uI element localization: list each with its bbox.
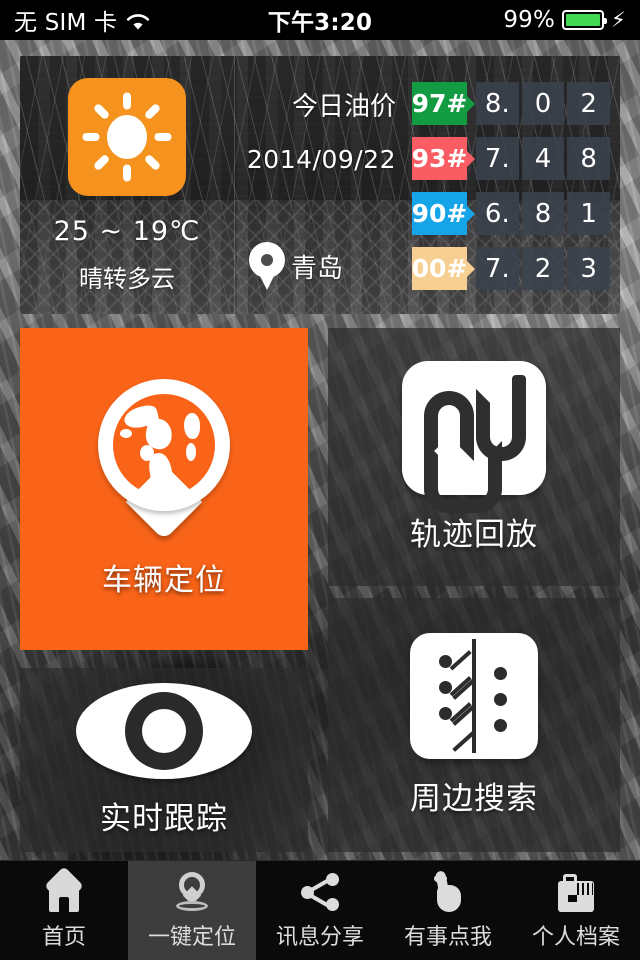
tile-vehicle-location[interactable]: 车辆定位 — [20, 328, 308, 650]
temperature-label: 25 ~ 19℃ — [53, 216, 201, 247]
tile-label-vehicle-location: 车辆定位 — [102, 563, 226, 598]
briefcase-icon — [554, 871, 598, 913]
hand-pointer-icon — [426, 869, 470, 913]
fuel-price-row: 00# 7. 2 3 — [412, 247, 611, 290]
tab-2[interactable]: 一键定位 — [128, 861, 256, 960]
fuel-price-digit: 8 — [567, 137, 611, 180]
lightning-bolt-icon: ⚡ — [611, 7, 626, 32]
fuel-price-digits: 6. 8 1 — [476, 192, 611, 235]
status-bar-left: 无 SIM 卡 — [14, 3, 150, 37]
tile-nearby-search[interactable]: 周边搜索 — [328, 598, 620, 852]
weather-condition-label: 晴转多云 — [79, 265, 175, 293]
house-icon — [42, 865, 86, 913]
tab-label: 一键定位 — [147, 924, 236, 950]
tab-label: 首页 — [41, 924, 86, 950]
tab-4[interactable]: 有事点我 — [384, 861, 512, 960]
bottom-tab-bar: 首页 一键定位 讯息分享 有事点我 个人档案 — [0, 860, 640, 960]
status-bar-right: 99% ⚡ — [503, 7, 626, 33]
battery-icon — [562, 10, 608, 30]
fuel-price-digits: 7. 4 8 — [476, 137, 611, 180]
sun-icon — [68, 78, 186, 196]
fuel-price-digit: 3 — [567, 247, 611, 290]
fuel-price-digit: 8 — [521, 192, 565, 235]
tile-track-playback[interactable]: 轨迹回放 — [328, 328, 620, 586]
fuel-grade-badge: 90# — [412, 192, 467, 235]
city-row[interactable]: 青岛 — [249, 242, 343, 290]
fuel-price-digit: 4 — [521, 137, 565, 180]
fuel-price-title: 今日油价 — [291, 92, 396, 122]
status-bar: 无 SIM 卡 下午3:20 99% ⚡ — [0, 0, 640, 40]
fuel-price-digit: 2 — [521, 247, 565, 290]
tab-1[interactable]: 首页 — [0, 861, 128, 960]
branch-icon — [410, 632, 538, 759]
fuel-grade-badge: 93# — [412, 137, 467, 180]
fuel-price-row: 93# 7. 4 8 — [412, 137, 611, 180]
card-content: 25 ~ 19℃ 晴转多云 今日油价 2014/09/22 青岛 97# 8. 0 2… — [20, 56, 620, 314]
battery-percent-label: 99% — [503, 7, 556, 33]
fuel-price-digit: 1 — [567, 192, 611, 235]
fuel-price-digit: 6. — [476, 192, 519, 235]
share-icon — [298, 871, 342, 913]
tab-label: 有事点我 — [403, 924, 492, 950]
fuel-price-digit: 7. — [476, 137, 519, 180]
fuel-price-row: 97# 8. 0 2 — [412, 82, 611, 125]
fuel-info-block: 今日油价 2014/09/22 青岛 — [235, 56, 410, 314]
fuel-price-digit: 2 — [567, 82, 611, 125]
tile-label-nearby-search: 周边搜索 — [410, 780, 538, 817]
fuel-price-row: 90# 6. 8 1 — [412, 192, 611, 235]
tile-realtime-tracking[interactable]: 实时跟踪 — [20, 668, 308, 852]
su-logo-icon — [402, 360, 546, 513]
globe-pin-icon — [89, 379, 239, 541]
tile-label-track-playback: 轨迹回放 — [410, 516, 538, 553]
tab-label: 讯息分享 — [275, 924, 364, 950]
tab-label: 个人档案 — [531, 924, 620, 950]
fuel-price-digits: 7. 2 3 — [476, 247, 611, 290]
globe-pin-icon — [170, 871, 214, 913]
tab-3[interactable]: 讯息分享 — [256, 861, 384, 960]
fuel-price-list: 97# 8. 0 2 93# 7. 4 8 90# 6. 8 1 00# 7. 2 3 — [410, 56, 620, 314]
fuel-price-digit: 0 — [521, 82, 565, 125]
tab-5[interactable]: 个人档案 — [512, 861, 640, 960]
fuel-grade-badge: 97# — [412, 82, 467, 125]
carrier-label: 无 SIM 卡 — [14, 10, 118, 36]
fuel-price-date: 2014/09/22 — [246, 145, 396, 174]
fuel-price-digits: 8. 0 2 — [476, 82, 611, 125]
app-root: 无 SIM 卡 下午3:20 99% ⚡ 25 ~ 19℃ 晴转多云 今日油价 … — [0, 0, 640, 960]
tile-label-realtime-tracking: 实时跟踪 — [100, 800, 228, 837]
weather-fuel-card[interactable]: 25 ~ 19℃ 晴转多云 今日油价 2014/09/22 青岛 97# 8. 0 2… — [20, 56, 620, 314]
fuel-price-digit: 7. — [476, 247, 519, 290]
eye-icon — [76, 682, 252, 779]
wifi-icon — [126, 11, 150, 30]
feature-tile-grid: 车辆定位 轨迹回放 实时跟踪 周边搜索 — [20, 328, 620, 852]
weather-block[interactable]: 25 ~ 19℃ 晴转多云 — [20, 56, 235, 314]
fuel-grade-badge: 00# — [412, 247, 467, 290]
city-label: 青岛 — [291, 253, 344, 284]
fuel-price-digit: 8. — [476, 82, 519, 125]
map-pin-icon — [249, 242, 285, 290]
